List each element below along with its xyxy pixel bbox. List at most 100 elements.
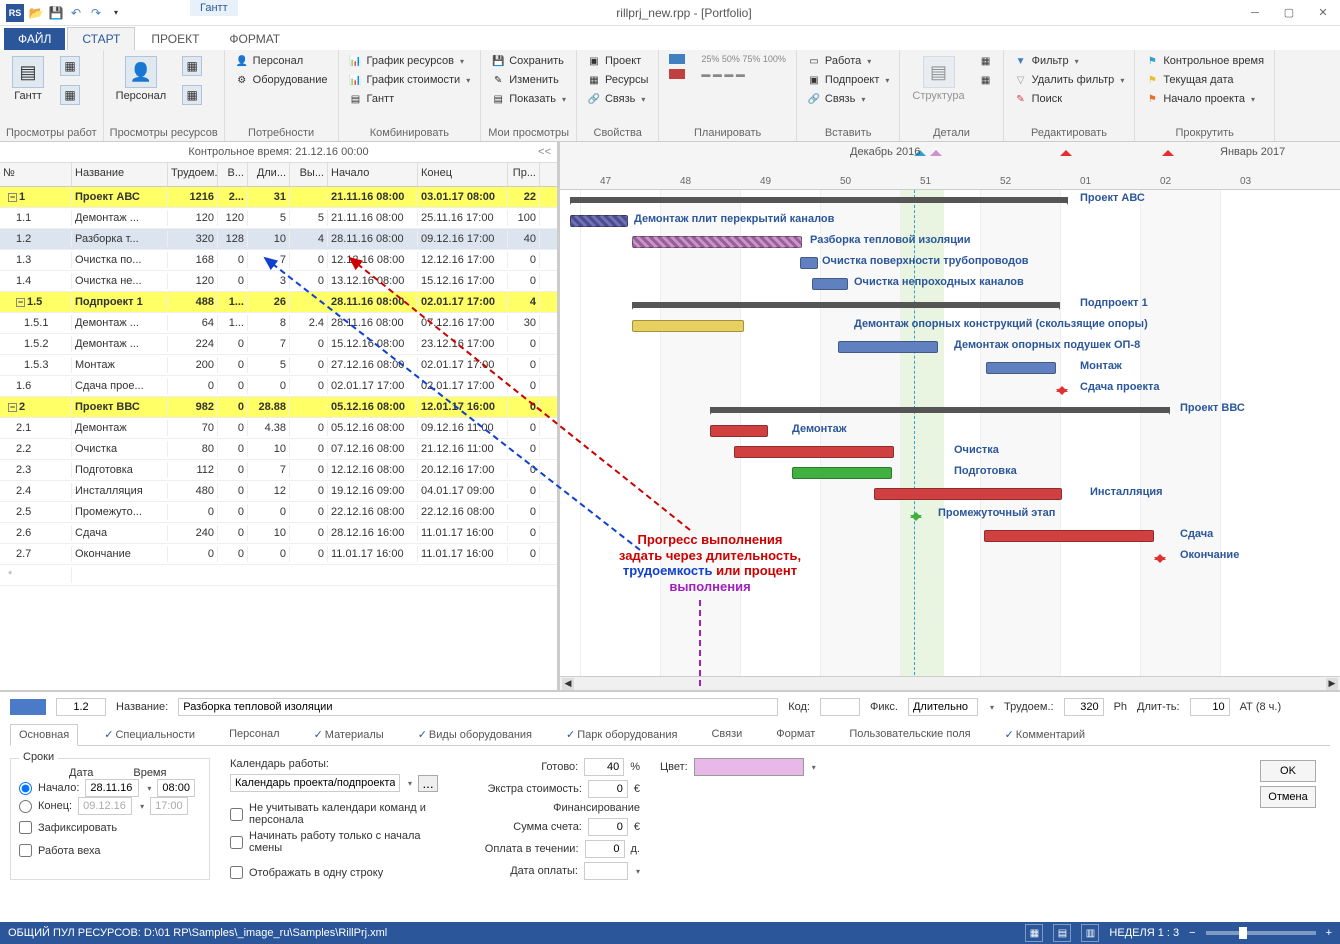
scroll-right-icon[interactable]: ▶ (1326, 678, 1338, 690)
task-row[interactable]: 2.4Инсталляция480012019.12.16 09:0004.01… (0, 481, 557, 502)
gantt-bar[interactable] (874, 488, 1062, 500)
status-btn2[interactable]: ▤ (1053, 924, 1071, 942)
tab-equip-park[interactable]: ✓Парк оборудования (558, 724, 685, 745)
link-props-button[interactable]: 🔗Связь▾ (583, 90, 652, 108)
gantt-bar[interactable] (910, 506, 922, 518)
collapse-grid-button[interactable]: << (538, 146, 551, 158)
ok-button[interactable]: OK (1260, 760, 1316, 782)
task-row[interactable]: 2.2Очистка80010007.12.16 08:0021.12.16 1… (0, 439, 557, 460)
tab-format[interactable]: ФОРМАТ (215, 28, 294, 50)
col-dur-done[interactable]: Вы... (290, 163, 328, 186)
scroll-today-button[interactable]: ⚑Текущая дата (1141, 71, 1268, 89)
tab-specialties[interactable]: ✓Специальности (96, 724, 203, 745)
task-row[interactable]: 1.5.3Монтаж20005027.12.16 08:0002.01.17 … (0, 355, 557, 376)
redo-icon[interactable]: ↷ (88, 5, 104, 21)
tab-file[interactable]: ФАЙЛ (4, 28, 65, 50)
tab-custom[interactable]: Пользовательские поля (841, 724, 978, 745)
gantt-bar[interactable] (632, 236, 802, 248)
gantt-bar[interactable] (1056, 380, 1068, 392)
personal-need-button[interactable]: 👤Персонал (231, 52, 332, 70)
close-button[interactable]: ✕ (1306, 0, 1340, 26)
plan-btn1[interactable] (665, 52, 689, 66)
gantt-bar[interactable] (800, 257, 818, 269)
task-row[interactable]: 1.6Сдача прое...000002.01.17 17:0002.01.… (0, 376, 557, 397)
scroll-ctrl-time-button[interactable]: ⚑Контрольное время (1141, 52, 1268, 70)
calendar-browse[interactable]: ... (418, 775, 438, 792)
gantt-bar[interactable] (710, 425, 768, 437)
task-name-field[interactable] (178, 698, 778, 716)
detail-btn1[interactable]: ▦ (975, 52, 997, 70)
insert-work-button[interactable]: ▭Работа▾ (803, 52, 894, 70)
end-date[interactable] (78, 797, 132, 815)
oneline-checkbox[interactable] (230, 866, 243, 879)
task-row[interactable]: 2.1Демонтаж7004.38005.12.16 08:0009.12.1… (0, 418, 557, 439)
zoom-slider[interactable] (1206, 931, 1316, 935)
ready-field[interactable] (584, 758, 624, 776)
open-icon[interactable]: 📂 (28, 5, 44, 21)
task-row[interactable]: 2.7Окончание000011.01.17 16:0011.01.17 1… (0, 544, 557, 565)
task-row[interactable]: 1.2Разборка т...32012810428.11.16 08:000… (0, 229, 557, 250)
col-start[interactable]: Начало (328, 163, 418, 186)
task-row[interactable]: 1.5.2Демонтаж ...22407015.12.16 08:0023.… (0, 334, 557, 355)
gantt-bar[interactable] (570, 197, 1068, 203)
save-view-button[interactable]: 💾Сохранить (487, 52, 570, 70)
shift-checkbox[interactable] (230, 836, 243, 849)
zoom-in-icon[interactable]: + (1326, 927, 1332, 939)
gantt-bar[interactable] (710, 407, 1170, 413)
invoice-field[interactable] (588, 818, 628, 836)
task-row[interactable]: −2Проект ВВС982028.8805.12.16 08:0012.01… (0, 397, 557, 418)
task-row[interactable]: 2.5Промежуто...000022.12.16 08:0022.12.1… (0, 502, 557, 523)
detail-btn2[interactable]: ▦ (975, 71, 997, 89)
col-number[interactable]: № (0, 163, 72, 186)
extra-cost-field[interactable] (588, 780, 628, 798)
start-date[interactable] (85, 779, 139, 797)
gantt-bar[interactable] (986, 362, 1056, 374)
insert-link-button[interactable]: 🔗Связь▾ (803, 90, 894, 108)
gantt-bar[interactable] (792, 467, 892, 479)
col-duration[interactable]: Дли... (248, 163, 290, 186)
dur-field[interactable] (1190, 698, 1230, 716)
scroll-start-button[interactable]: ⚑Начало проекта▾ (1141, 90, 1268, 108)
tab-links[interactable]: Связи (703, 724, 750, 745)
gantt-bar[interactable] (812, 278, 848, 290)
views-btn1[interactable]: ▦ (54, 52, 86, 80)
task-row[interactable]: 1.4Очистка не...12003013.12.16 08:0015.1… (0, 271, 557, 292)
end-radio[interactable] (19, 800, 32, 813)
cost-graph-button[interactable]: 📊График стоимости▾ (345, 71, 475, 89)
res-btn2[interactable]: ▦ (176, 81, 208, 109)
task-row[interactable]: 2.6Сдача240010028.12.16 16:0011.01.17 16… (0, 523, 557, 544)
gantt-bar[interactable] (838, 341, 938, 353)
delete-filter-button[interactable]: ▽Удалить фильтр▾ (1010, 71, 1129, 89)
plan-btn2[interactable] (665, 67, 689, 81)
color-swatch[interactable] (694, 758, 804, 776)
task-row[interactable]: 1.1Демонтаж ...1201205521.11.16 08:0025.… (0, 208, 557, 229)
tab-equip-types[interactable]: ✓Виды оборудования (410, 724, 540, 745)
start-time[interactable] (157, 779, 195, 797)
tab-materials[interactable]: ✓Материалы (306, 724, 392, 745)
structure-button[interactable]: ▤Структура (906, 52, 970, 106)
gantt-bar[interactable] (570, 215, 628, 227)
task-row[interactable]: 1.3Очистка по...16807012.12.16 08:0012.1… (0, 250, 557, 271)
project-props-button[interactable]: ▣Проект (583, 52, 652, 70)
col-end[interactable]: Конец (418, 163, 508, 186)
gantt-bar[interactable] (1154, 548, 1166, 560)
filter-button[interactable]: ▼Фильтр▾ (1010, 52, 1129, 70)
res-btn1[interactable]: ▦ (176, 52, 208, 80)
show-view-button[interactable]: ▤Показать▾ (487, 90, 570, 108)
tab-main[interactable]: Основная (10, 724, 78, 746)
gantt-bar[interactable] (734, 446, 894, 458)
tab-personal[interactable]: Персонал (221, 724, 288, 745)
tab-format[interactable]: Формат (768, 724, 823, 745)
task-row[interactable]: −1.5Подпроект 14881...2628.11.16 08:0002… (0, 292, 557, 313)
horizontal-scrollbar[interactable]: ◀ ▶ (560, 676, 1340, 690)
views-btn2[interactable]: ▦ (54, 81, 86, 109)
gantt-bar[interactable] (984, 530, 1154, 542)
task-row[interactable]: −1Проект АВС12162...3121.11.16 08:0003.0… (0, 187, 557, 208)
gantt-bar[interactable] (632, 320, 744, 332)
plan-pct2[interactable]: ▬ ▬ ▬ ▬ (697, 67, 790, 81)
gantt-bar[interactable] (632, 302, 1060, 308)
milestone-checkbox[interactable] (19, 844, 32, 857)
task-row[interactable]: 2.3Подготовка11207012.12.16 08:0020.12.1… (0, 460, 557, 481)
col-work[interactable]: Трудоем. (168, 163, 218, 186)
scroll-left-icon[interactable]: ◀ (562, 678, 574, 690)
